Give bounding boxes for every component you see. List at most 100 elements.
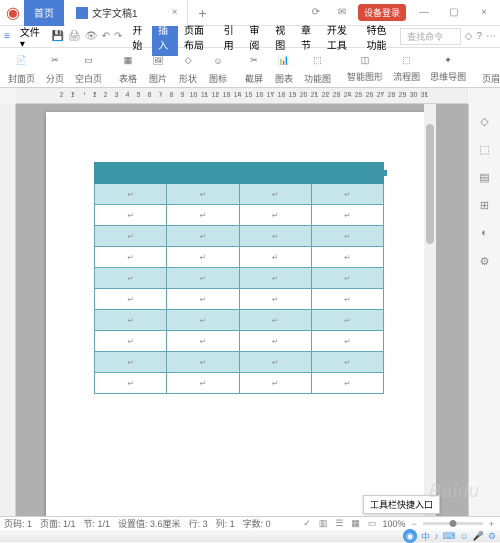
zoom-in-icon[interactable]: +: [487, 519, 496, 529]
table-row: ↵↵↵↵: [95, 331, 384, 352]
zoom-level[interactable]: 100%: [382, 519, 405, 529]
ribbon-blankpage[interactable]: ▭空白页: [71, 51, 106, 85]
ribbon-funcchart[interactable]: ⬚功能图: [300, 51, 335, 85]
tool-sound-icon[interactable]: ♪: [434, 531, 439, 541]
table-row: ↵↵↵↵: [95, 184, 384, 205]
close-icon[interactable]: ×: [172, 7, 178, 18]
zoom-slider[interactable]: [423, 522, 483, 525]
picture-icon: 🖼: [148, 51, 168, 71]
blankpage-icon: ▭: [79, 51, 99, 71]
flowchart-icon: ⬚: [399, 53, 415, 69]
more-icon[interactable]: ⋯: [486, 31, 496, 42]
panel-nav-icon[interactable]: ▤: [476, 168, 494, 186]
table-row: ↵↵↵↵: [95, 247, 384, 268]
ribbon-coverpage[interactable]: 📄封面页: [4, 51, 39, 85]
ribbon-chart[interactable]: 📊图表: [270, 51, 298, 85]
ribbon-table[interactable]: ▦表格: [114, 51, 142, 85]
file-menu[interactable]: 文件 ▾: [14, 24, 48, 50]
mindmap-icon: ✦: [440, 53, 456, 69]
vertical-scrollbar[interactable]: [424, 104, 436, 516]
ruler-horizontal[interactable]: 2112345678910111213141516171819202122232…: [16, 88, 468, 104]
document-canvas[interactable]: ↵↵↵↵ ↵↵↵↵ ↵↵↵↵ ↵↵↵↵ ↵↵↵↵ ↵↵↵↵ ↵↵↵↵ ↵↵↵↵ …: [16, 104, 468, 516]
coverpage-icon: 📄: [12, 51, 32, 71]
shapes-icon: ◇: [178, 51, 198, 71]
table-row: ↵↵↵↵: [95, 205, 384, 226]
preview-icon[interactable]: 👁: [85, 31, 98, 42]
status-page[interactable]: 页码: 1: [4, 517, 32, 530]
chart-icon: 📊: [274, 51, 294, 71]
zoom-thumb[interactable]: [449, 520, 456, 527]
tool-cn-icon[interactable]: 中: [421, 530, 430, 543]
table-row: ↵↵↵↵: [95, 289, 384, 310]
ribbon-flowchart[interactable]: ⬚流程图: [389, 53, 424, 83]
status-col[interactable]: 列: 1: [216, 517, 235, 530]
screenshot-icon: ✂: [244, 51, 264, 71]
tab-special[interactable]: 特色功能: [360, 18, 400, 56]
ribbon-pagebreak[interactable]: ✂分页: [41, 51, 69, 85]
view-outline-icon[interactable]: ☰: [333, 518, 345, 529]
spellcheck-icon[interactable]: ✓: [301, 518, 313, 529]
view-web-icon[interactable]: ▦: [349, 518, 362, 529]
resize-handle-icon[interactable]: [381, 170, 387, 176]
table-row: [95, 163, 384, 184]
ruler-vertical[interactable]: [0, 104, 16, 516]
panel-analysis-icon[interactable]: ◐: [476, 224, 494, 242]
right-sidepanel: ◇ ⬚ ▤ ⊞ ◐ ⚙: [468, 104, 500, 516]
print-icon[interactable]: 🖨: [68, 31, 81, 42]
tool-keyboard-icon[interactable]: ⌨: [443, 531, 456, 542]
ribbon: 📄封面页 ✂分页 ▭空白页 ▦表格 🖼图片 ◇形状 ☺图标 ✂截屏 📊图表 ⬚功…: [0, 48, 500, 88]
tool-mic-icon[interactable]: 🎤: [473, 531, 484, 542]
tool-emoji-icon[interactable]: ☺: [460, 531, 469, 541]
zoom-out-icon[interactable]: −: [409, 519, 418, 529]
watermark-text: Baidu: [429, 481, 480, 502]
tool-settings-icon[interactable]: ⚙: [488, 531, 496, 542]
pagebreak-icon: ✂: [45, 51, 65, 71]
save-icon[interactable]: 💾: [52, 31, 64, 42]
table-row: ↵↵↵↵: [95, 373, 384, 394]
doc-icon: [76, 7, 88, 19]
ribbon-smartart[interactable]: ◫智能图形: [343, 53, 387, 83]
page[interactable]: ↵↵↵↵ ↵↵↵↵ ↵↵↵↵ ↵↵↵↵ ↵↵↵↵ ↵↵↵↵ ↵↵↵↵ ↵↵↵↵ …: [46, 112, 426, 516]
assistant-icon[interactable]: ◉: [403, 529, 417, 543]
close-window-icon[interactable]: ×: [472, 7, 496, 18]
status-section[interactable]: 节: 1/1: [84, 517, 111, 530]
maximize-icon[interactable]: ▢: [442, 7, 466, 18]
table-icon: ▦: [118, 51, 138, 71]
menubar-end: ◇ ? ⋯: [465, 31, 500, 42]
view-read-icon[interactable]: ▭: [366, 518, 379, 529]
redo-icon[interactable]: ↷: [114, 31, 122, 42]
ribbon-shapes[interactable]: ◇形状: [174, 51, 202, 85]
panel-settings-icon[interactable]: ⚙: [476, 252, 494, 270]
view-page-icon[interactable]: ▥: [317, 518, 330, 529]
ribbon-headerfooter[interactable]: ▤页眉和页脚: [478, 51, 500, 85]
table-row: ↵↵↵↵: [95, 310, 384, 331]
ribbon-picture[interactable]: 🖼图片: [144, 51, 172, 85]
ribbon-mindmap[interactable]: ✦思维导图: [426, 53, 470, 83]
quick-access-toolbar: 💾 🖨 👁 ↶ ↷: [48, 31, 127, 42]
status-pageof[interactable]: 页面: 1/1: [40, 517, 76, 530]
headerfooter-icon: ▤: [495, 51, 500, 71]
tab-document[interactable]: 文字文稿1 ×: [66, 0, 188, 26]
panel-template-icon[interactable]: ⊞: [476, 196, 494, 214]
panel-select-icon[interactable]: ◇: [476, 112, 494, 130]
document-table[interactable]: ↵↵↵↵ ↵↵↵↵ ↵↵↵↵ ↵↵↵↵ ↵↵↵↵ ↵↵↵↵ ↵↵↵↵ ↵↵↵↵ …: [94, 162, 384, 394]
smartart-icon: ◫: [357, 53, 373, 69]
search-input[interactable]: 查找命令: [400, 28, 461, 45]
table-row: ↵↵↵↵: [95, 268, 384, 289]
ribbon-icons[interactable]: ☺图标: [204, 51, 232, 85]
collapse-icon[interactable]: ◇: [465, 31, 473, 42]
tab-doc-label: 文字文稿1: [92, 5, 138, 20]
undo-icon[interactable]: ↶: [102, 31, 110, 42]
status-line[interactable]: 行: 3: [189, 517, 208, 530]
help-icon[interactable]: ?: [476, 31, 482, 42]
table-row: ↵↵↵↵: [95, 226, 384, 247]
statusbar: 页码: 1 页面: 1/1 节: 1/1 设置值: 3.6厘米 行: 3 列: …: [0, 516, 500, 530]
status-chars[interactable]: 字数: 0: [243, 517, 271, 530]
bottom-toolbar: ◉ 中 ♪ ⌨ ☺ 🎤 ⚙: [0, 530, 500, 542]
scrollbar-thumb[interactable]: [426, 124, 434, 244]
app-menu-icon[interactable]: ≡: [0, 31, 14, 42]
status-position[interactable]: 设置值: 3.6厘米: [118, 517, 181, 530]
minimize-icon[interactable]: —: [412, 7, 436, 18]
ribbon-screenshot[interactable]: ✂截屏: [240, 51, 268, 85]
panel-style-icon[interactable]: ⬚: [476, 140, 494, 158]
